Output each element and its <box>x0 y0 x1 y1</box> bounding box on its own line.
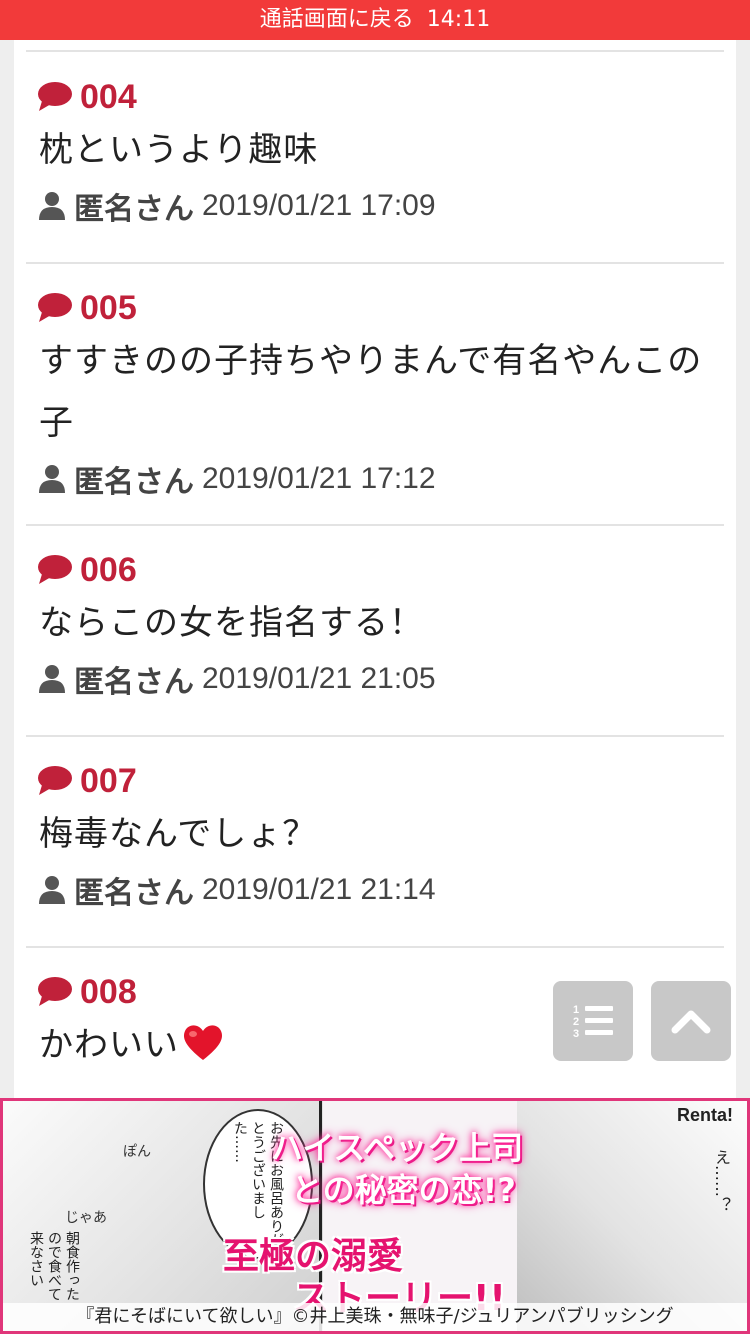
sound-effect-text: じゃあ <box>65 1210 107 1226</box>
comment-author: 匿名さん <box>74 876 194 911</box>
comment-author: 匿名さん <box>74 465 194 500</box>
page-background: 004 枕というより趣味 匿名さん 2019/01/21 17:09 005 す… <box>0 40 750 1098</box>
call-time: 14:11 <box>426 7 491 32</box>
comment-number[interactable]: 005 <box>80 289 137 328</box>
divider <box>26 262 724 264</box>
comment-item: 004 枕というより趣味 匿名さん 2019/01/21 17:09 <box>26 75 724 231</box>
speech-text: 朝食作ったので食べて来なさい <box>28 1231 80 1301</box>
index-button[interactable]: 1 2 3 <box>553 981 633 1061</box>
divider <box>26 50 724 52</box>
return-to-call-bar[interactable]: 通話画面に戻る 14:11 <box>0 0 750 40</box>
comment-number[interactable]: 008 <box>80 973 137 1012</box>
ad-credit: 『君にそばにいて欲しい』©井上美珠・無味子/ジュリアンパブリッシング <box>3 1303 747 1331</box>
ad-headline: ハイスペック上司 <box>271 1129 524 1167</box>
user-icon <box>39 465 65 493</box>
ad-headline: との秘密の恋!? <box>291 1171 516 1209</box>
comment-body: ならこの女を指名する！ <box>39 603 424 643</box>
user-icon <box>39 192 65 220</box>
numbered-list-icon: 1 2 3 <box>573 1004 613 1040</box>
svg-text:3: 3 <box>573 1028 579 1040</box>
user-icon <box>39 876 65 904</box>
comment-text: かわいい <box>39 1025 179 1065</box>
comment-number[interactable]: 006 <box>80 551 137 590</box>
manga-panel-right <box>517 1101 747 1331</box>
comment-body: 梅毒なんでしょ？ <box>39 814 318 854</box>
comment-body: すすきのの子持ちやりまんで有名やんこの子 <box>39 341 703 443</box>
divider <box>26 735 724 737</box>
comment-item: 007 梅毒なんでしょ？ 匿名さん 2019/01/21 21:14 <box>26 759 724 915</box>
comment-date: 2019/01/21 17:12 <box>202 462 436 495</box>
comment-item: 005 すすきのの子持ちやりまんで有名やんこの子 匿名さん 2019/01/21… <box>26 286 724 504</box>
chevron-up-icon <box>671 1010 711 1034</box>
divider <box>26 946 724 948</box>
comment-date: 2019/01/21 21:14 <box>202 873 436 906</box>
ad-banner[interactable]: お先にお風呂ありがとうございました…… 朝食作ったので食べて来なさい ぽん じゃ… <box>0 1098 750 1334</box>
scroll-to-top-button[interactable] <box>651 981 731 1061</box>
svg-text:2: 2 <box>573 1016 579 1028</box>
comment-bubble-icon <box>38 82 72 111</box>
comment-bubble-icon <box>38 977 72 1006</box>
comment-body: 枕というより趣味 <box>39 130 319 170</box>
comment-item: 006 ならこの女を指名する！ 匿名さん 2019/01/21 21:05 <box>26 548 724 704</box>
sound-effect-text: ぽん <box>123 1144 151 1160</box>
comment-number[interactable]: 007 <box>80 762 137 801</box>
comment-bubble-icon <box>38 766 72 795</box>
svg-text:1: 1 <box>573 1004 579 1016</box>
comment-author: 匿名さん <box>74 665 194 700</box>
return-to-call-label: 通話画面に戻る <box>259 7 414 32</box>
comment-thread: 004 枕というより趣味 匿名さん 2019/01/21 17:09 005 す… <box>14 40 736 1098</box>
comment-bubble-icon <box>38 555 72 584</box>
user-icon <box>39 665 65 693</box>
comment-author: 匿名さん <box>74 192 194 227</box>
comment-bubble-icon <box>38 293 72 322</box>
renta-logo: Renta! <box>676 1105 733 1125</box>
comment-number[interactable]: 004 <box>80 78 137 117</box>
divider <box>26 524 724 526</box>
comment-date: 2019/01/21 17:09 <box>202 189 436 222</box>
comment-date: 2019/01/21 21:05 <box>202 662 436 695</box>
heart-emoji-icon <box>183 1025 223 1060</box>
speech-text: え……？ <box>712 1149 731 1213</box>
